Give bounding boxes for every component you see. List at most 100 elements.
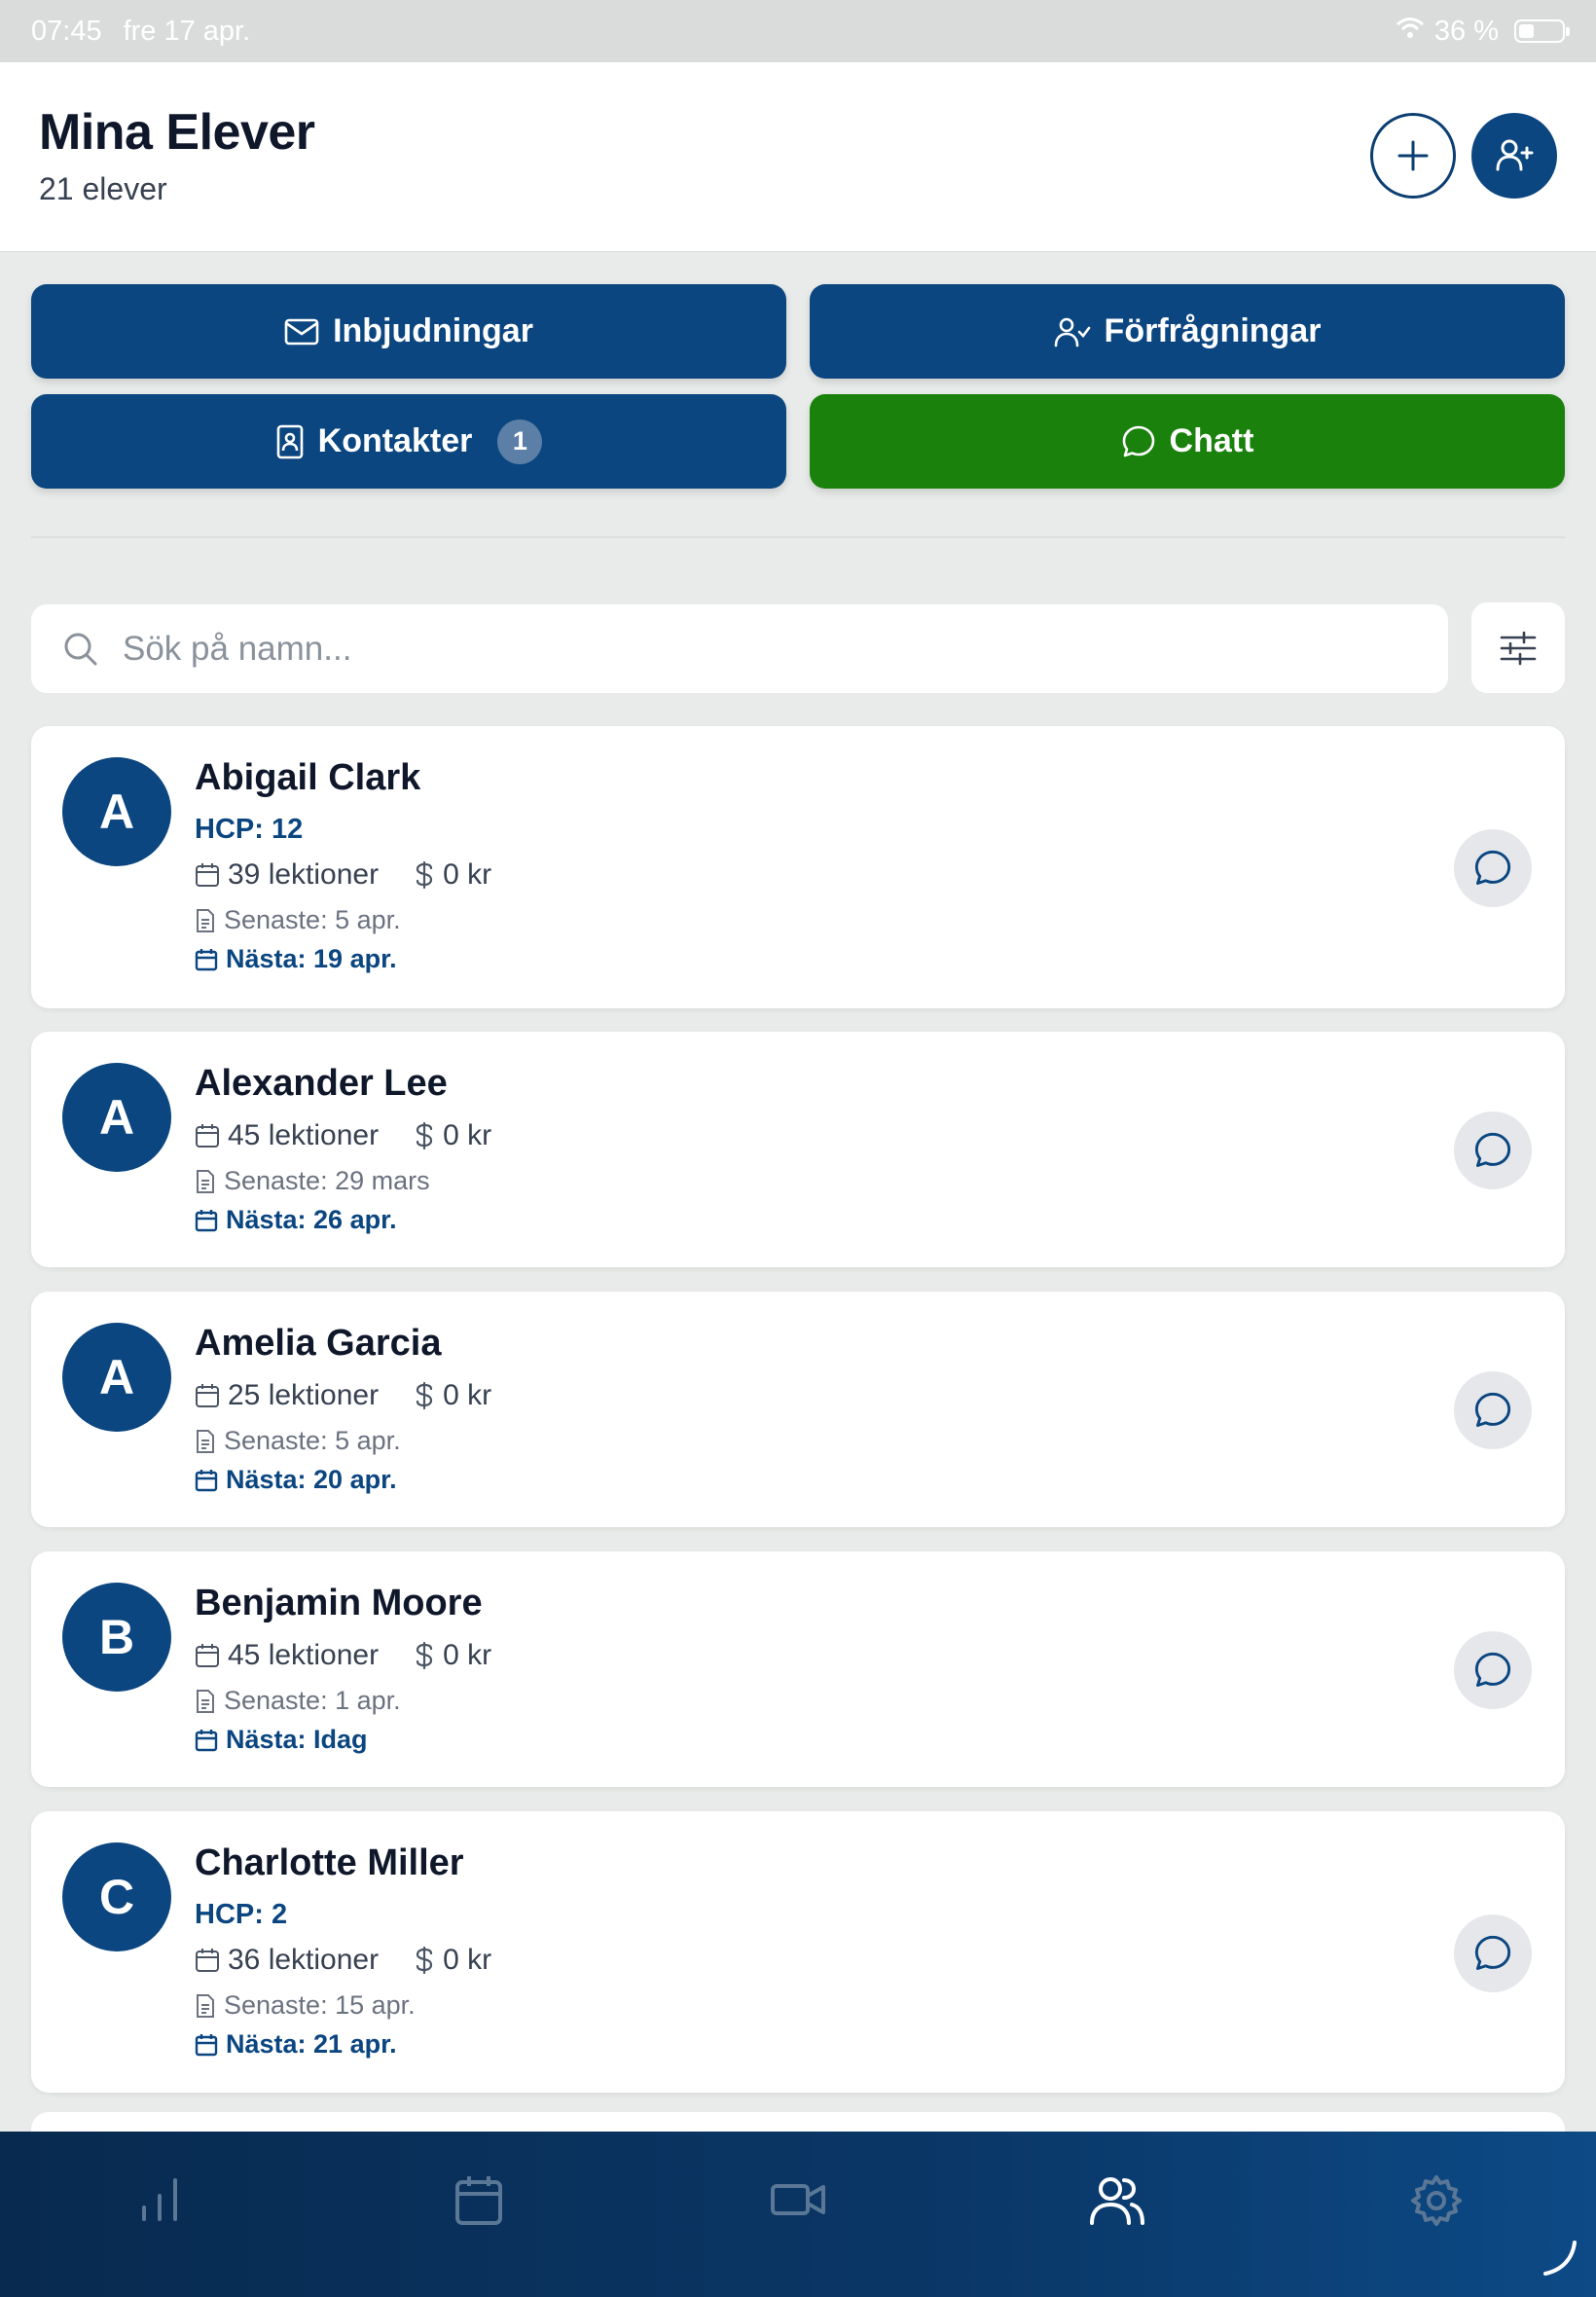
tab-calendar[interactable] [319,2132,638,2297]
calendar-icon [195,1123,220,1148]
student-count: 21 elever [39,171,167,206]
amount: 0 kr [443,1379,492,1411]
divider [31,536,1565,538]
chat-icon [1474,1652,1511,1687]
message-button[interactable] [1454,1914,1532,1992]
calendar-icon [195,1209,218,1231]
next-lesson-text: Nästa: 26 apr. [226,1205,397,1234]
last-lesson-text: Senaste: 5 apr. [224,905,401,934]
next-lesson: Nästa: 21 apr. [195,2029,397,2060]
dollar-icon [414,1641,435,1670]
status-date: fre 17 apr. [123,15,251,47]
avatar: C [62,1842,171,1951]
dollar-icon [414,860,435,890]
student-card[interactable]: C Charlotte Miller HCP: 2 36 lektioner 0… [31,1811,1565,2093]
avatar: A [62,757,171,866]
last-lesson-text: Senaste: 29 mars [224,1166,430,1195]
message-button[interactable] [1454,1112,1532,1189]
avatar: B [62,1583,171,1692]
next-lesson-text: Nästa: 19 apr. [226,944,397,973]
stats-icon [142,2178,177,2221]
lessons-count: 45 lektioner [228,1119,380,1151]
lessons-count: 36 lektioner [228,1944,380,1976]
user-check-icon [1054,317,1090,346]
corner-indicator-icon [1543,2241,1577,2276]
contact-book-icon [276,424,303,458]
chat-icon [1474,1132,1511,1167]
contacts-label: Kontakter [317,422,473,459]
calendar-icon [455,2176,502,2225]
page-title: Mina Elever [39,104,315,161]
add-button[interactable] [1370,113,1456,199]
tab-video[interactable] [638,2132,958,2297]
dollar-icon [414,1946,435,1975]
document-icon [197,1993,214,2018]
tab-statistics[interactable] [0,2132,319,2297]
calendar-icon [195,1948,220,1973]
amount: 0 kr [443,858,492,891]
student-stats: 45 lektioner 0 kr [195,1119,491,1152]
student-card[interactable]: A Amelia Garcia 25 lektioner 0 kr Senast… [31,1292,1565,1527]
settings-icon [1411,2175,1462,2226]
message-button[interactable] [1454,1371,1532,1449]
search-input[interactable]: Sök på namn... [31,604,1448,693]
amount: 0 kr [443,1639,492,1671]
mail-icon [284,318,319,345]
dollar-icon [414,1121,435,1150]
chat-label: Chatt [1169,422,1254,459]
tab-students[interactable] [958,2132,1277,2297]
user-plus-icon [1496,139,1534,171]
status-time: 07:45 [31,15,102,47]
invitations-label: Inbjudningar [333,312,533,349]
student-hcp: HCP: 2 [195,1899,288,1930]
requests-button[interactable]: Förfrågningar [810,284,1565,379]
avatar: A [62,1323,171,1432]
plus-icon [1397,140,1429,171]
message-button[interactable] [1454,1631,1532,1709]
filter-button[interactable] [1471,602,1565,693]
document-icon [197,1429,214,1453]
wifi-icon [1396,16,1425,48]
amount: 0 kr [443,1944,492,1976]
chat-button[interactable]: Chatt [810,394,1565,489]
student-name: Amelia Garcia [195,1323,442,1364]
dollar-icon [414,1381,435,1410]
page-header: Mina Elever 21 elever [0,62,1596,252]
student-stats: 36 lektioner 0 kr [195,1944,491,1977]
requests-label: Förfrågningar [1104,312,1322,349]
last-lesson-text: Senaste: 5 apr. [224,1426,401,1455]
student-name: Alexander Lee [195,1063,448,1104]
document-icon [197,908,214,932]
student-card[interactable]: B Benjamin Moore 45 lektioner 0 kr Senas… [31,1551,1565,1787]
status-bar: 07:45 fre 17 apr. 36 % [0,0,1596,62]
student-card[interactable]: A Alexander Lee 45 lektioner 0 kr Senast… [31,1032,1565,1267]
calendar-icon [195,1383,220,1408]
contacts-badge: 1 [497,419,543,464]
student-stats: 45 lektioner 0 kr [195,1639,491,1672]
last-lesson-text: Senaste: 1 apr. [224,1686,401,1715]
last-lesson: Senaste: 5 apr. [195,905,401,935]
next-lesson: Nästa: 19 apr. [195,944,397,974]
last-lesson-text: Senaste: 15 apr. [224,1990,416,2020]
chat-icon [1474,850,1511,885]
student-hcp: HCP: 12 [195,814,304,845]
lessons-count: 25 lektioner [228,1379,380,1411]
tab-bar [0,2132,1596,2297]
student-card[interactable]: A Abigail Clark HCP: 12 39 lektioner 0 k… [31,726,1565,1008]
invitations-button[interactable]: Inbjudningar [31,284,786,379]
document-icon [197,1689,214,1713]
student-name: Benjamin Moore [195,1583,483,1623]
last-lesson: Senaste: 29 mars [195,1166,430,1196]
calendar-icon [195,948,218,970]
add-student-button[interactable] [1471,113,1557,199]
chat-icon [1474,1935,1511,1970]
battery-percent: 36 % [1433,15,1499,47]
sliders-icon [1500,631,1537,665]
next-lesson: Nästa: 26 apr. [195,1205,397,1235]
users-icon [1090,2177,1144,2225]
chat-icon [1474,1392,1511,1427]
message-button[interactable] [1454,829,1532,907]
contacts-button[interactable]: Kontakter 1 [31,394,786,489]
search-icon [64,633,97,665]
student-stats: 25 lektioner 0 kr [195,1379,491,1412]
